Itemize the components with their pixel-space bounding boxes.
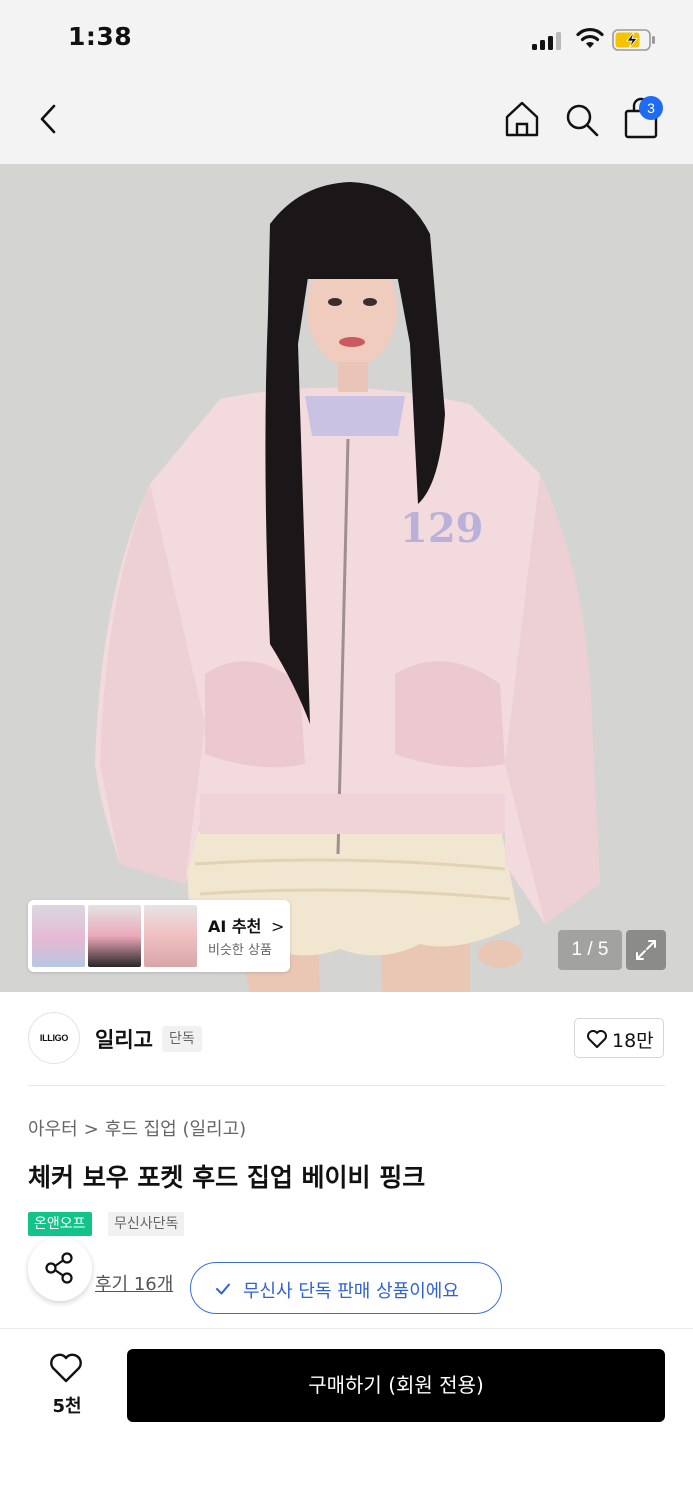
brand-logo[interactable]: ILLIGO — [28, 1012, 80, 1064]
brand-name[interactable]: 일리고 — [95, 1024, 153, 1054]
ai-thumb-1 — [32, 905, 85, 967]
share-icon — [45, 1252, 73, 1284]
battery-icon — [612, 29, 655, 51]
product-photo: 129 — [0, 164, 693, 992]
nav-bar — [0, 80, 693, 164]
search-icon[interactable] — [562, 98, 602, 140]
review-link[interactable]: 후기 16개 — [95, 1270, 173, 1296]
back-icon[interactable] — [30, 98, 66, 140]
status-bar: 1:38 — [0, 0, 693, 80]
breadcrumb: 아우터 > 후드 집업 (일리고) — [28, 1115, 246, 1141]
badge-onandoff: 온앤오프 — [28, 1212, 92, 1236]
home-icon[interactable] — [502, 98, 542, 140]
chevron-right-icon: > — [270, 917, 285, 936]
brand-tag: 단독 — [162, 1026, 202, 1052]
brand-like-count: 18만 — [612, 1030, 654, 1052]
image-page-indicator: 1 / 5 — [558, 930, 622, 970]
signal-icon — [532, 32, 564, 50]
badge-musinsa-exclusive: 무신사단독 — [108, 1212, 185, 1236]
breadcrumb-separator: > — [83, 1119, 99, 1140]
svg-text:129: 129 — [400, 505, 484, 552]
ai-thumb-2 — [88, 905, 141, 967]
expand-icon[interactable] — [626, 930, 666, 970]
exclusive-notice-text: 무신사 단독 판매 상품이에요 — [243, 1281, 459, 1302]
exclusive-notice[interactable]: 무신사 단독 판매 상품이에요 — [190, 1262, 502, 1314]
share-button[interactable] — [28, 1237, 92, 1301]
wish-count: 5천 — [52, 1396, 82, 1417]
divider — [28, 1085, 665, 1086]
ai-recommend-card[interactable]: AI 추천 > 비슷한 상품 — [28, 900, 290, 972]
status-time: 1:38 — [68, 22, 133, 51]
product-hero-image[interactable]: 129 1 / 5 — [0, 164, 693, 992]
ai-thumb-3 — [144, 905, 197, 967]
wifi-icon — [576, 27, 604, 48]
breadcrumb-item[interactable]: 아우터 — [28, 1119, 78, 1140]
heart-icon — [587, 1030, 607, 1048]
brand-like-button[interactable]: 18만 — [574, 1018, 664, 1058]
ai-recommend-title: AI 추천 > — [208, 917, 285, 936]
check-icon — [216, 1283, 230, 1295]
breadcrumb-item[interactable]: 후드 집업 (일리고) — [105, 1119, 246, 1140]
cart-count-badge: 3 — [639, 96, 663, 120]
buy-button[interactable]: 구매하기 (회원 전용) — [127, 1349, 665, 1422]
heart-icon[interactable] — [48, 1352, 84, 1384]
product-title: 체커 보우 포켓 후드 집업 베이비 핑크 — [28, 1163, 426, 1192]
ai-recommend-subtitle: 비슷한 상품 — [208, 943, 272, 958]
